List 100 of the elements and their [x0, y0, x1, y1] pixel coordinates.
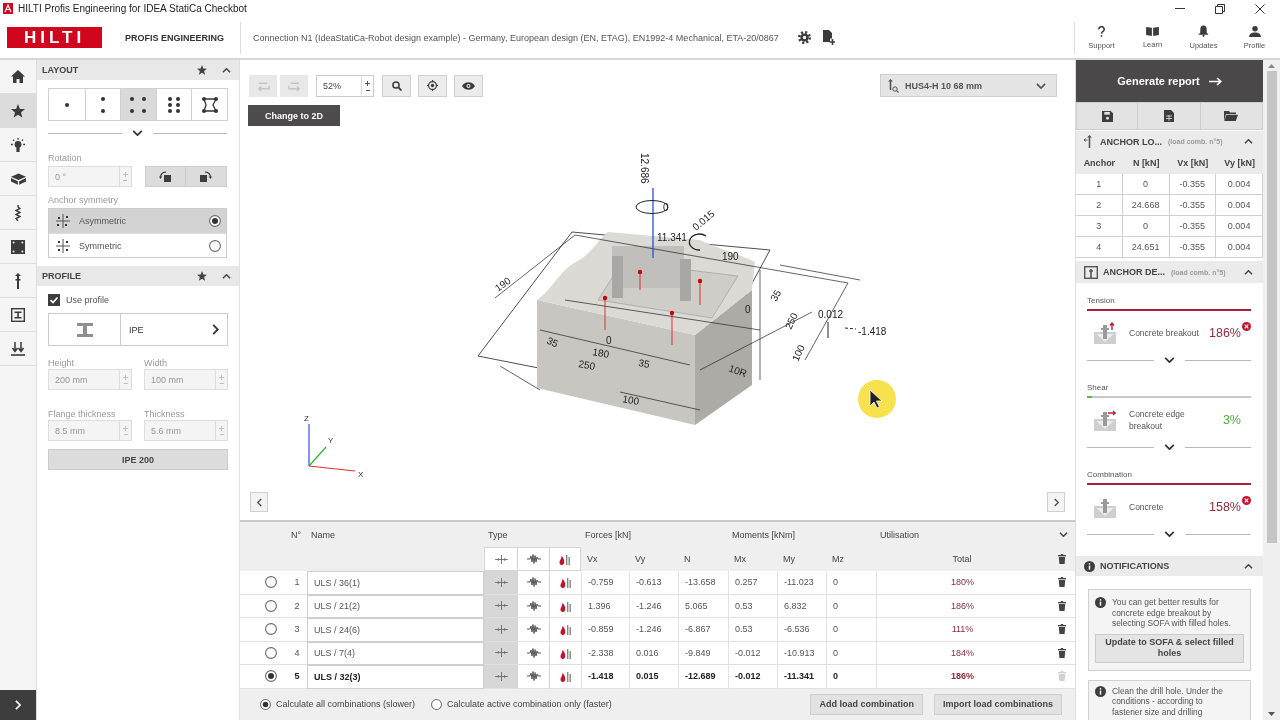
load-type-option[interactable]: [517, 618, 549, 642]
chevron-right-icon: [1053, 497, 1059, 507]
name-field[interactable]: ULS / 24(6): [307, 618, 484, 642]
caret-up-icon[interactable]: [1244, 269, 1253, 275]
i-beam-icon: [11, 307, 25, 322]
load-type-option[interactable]: [517, 571, 549, 595]
notification-action-button[interactable]: Update to SOFA & select filled holes: [1095, 633, 1244, 663]
settings-button[interactable]: [796, 30, 812, 45]
table-cell: 24.651: [1122, 237, 1170, 258]
table-cell: 0.257: [728, 571, 777, 595]
radio-button[interactable]: [209, 239, 221, 252]
table-cell: 0: [826, 665, 876, 689]
view-mode-button[interactable]: Change to 2D: [248, 105, 340, 126]
zoom-search-button[interactable]: [382, 74, 411, 97]
scrollbar-thumb[interactable]: [1266, 71, 1277, 543]
expand-button[interactable]: [0, 690, 36, 720]
column-header: Total: [951, 553, 973, 566]
load-type-option[interactable]: [549, 594, 581, 618]
load-type-option[interactable]: [517, 665, 549, 689]
flame-icon: [559, 576, 572, 589]
caret-up-icon[interactable]: [1244, 139, 1253, 144]
open-folder-button[interactable]: [1200, 102, 1263, 130]
zoom-field[interactable]: 52%: [316, 74, 374, 97]
load-combination-button[interactable]: Import load combinations: [934, 693, 1062, 715]
radio-button[interactable]: [431, 698, 443, 710]
center-view-button[interactable]: [418, 74, 447, 97]
table-cell: -0.759: [581, 571, 629, 595]
bolt-pull-icon: [1094, 322, 1116, 344]
rotate-right-button[interactable]: [186, 166, 227, 187]
visibility-button[interactable]: [454, 74, 483, 97]
radio-button[interactable]: [265, 576, 277, 589]
book-icon: [1146, 26, 1159, 36]
radio-button[interactable]: [260, 698, 271, 710]
rotate-left-button[interactable]: [144, 166, 187, 187]
delete-button[interactable]: [1048, 618, 1075, 642]
bolt-search-icon: [888, 78, 899, 93]
load-type-option[interactable]: [549, 665, 581, 689]
load-type-option[interactable]: [484, 665, 517, 689]
table-cell: -1.246: [629, 594, 678, 618]
eye-icon: [462, 81, 475, 90]
checkbox-label: Use profile: [66, 295, 110, 305]
load-type-option[interactable]: [549, 641, 581, 665]
radio-button[interactable]: [265, 599, 277, 612]
plus-icon: [219, 374, 224, 380]
delete-button[interactable]: [1048, 571, 1075, 595]
name-field[interactable]: ULS / 21(2): [307, 594, 484, 618]
name-field[interactable]: ULS / 36(1): [307, 571, 484, 595]
plus-icon: [123, 374, 128, 380]
load-type-option[interactable]: [484, 618, 517, 642]
delete-button[interactable]: [1048, 641, 1075, 665]
profile-size-button[interactable]: IPE 200: [48, 449, 228, 470]
save-button[interactable]: [1076, 102, 1139, 130]
caret-up-icon[interactable]: [222, 273, 231, 279]
dimension-label: 0: [745, 304, 751, 315]
dimension-label: 100: [621, 393, 640, 407]
table-cell: -0.012: [728, 641, 777, 665]
chevron-down-icon: [1163, 444, 1175, 450]
previous-view-button[interactable]: [250, 492, 268, 512]
radio-button[interactable]: [265, 646, 277, 659]
load-type-option[interactable]: [484, 594, 517, 618]
load-type-option[interactable]: [484, 641, 517, 665]
star-icon[interactable]: [197, 65, 207, 75]
dimension-label: 35: [768, 287, 784, 303]
load-type-option[interactable]: [549, 571, 581, 595]
radio-button[interactable]: [209, 215, 221, 227]
load-type-option[interactable]: [517, 594, 549, 618]
next-view-button[interactable]: [1047, 492, 1065, 512]
profile-selector[interactable]: IPE: [48, 313, 228, 346]
table-cell: 4: [287, 641, 307, 665]
table-cell: 186%: [876, 594, 1048, 618]
report-sheet-button[interactable]: [1138, 102, 1201, 130]
load-type-option[interactable]: [484, 571, 517, 595]
table-cell: -11.341: [777, 665, 826, 689]
symmetry-option[interactable]: Asymmetric: [49, 209, 226, 233]
chevron-down-icon: [132, 130, 143, 136]
bolt-concrete-icon: [1094, 496, 1116, 518]
table-cell: -12.689: [678, 665, 728, 689]
radio-button[interactable]: [265, 670, 277, 683]
name-field[interactable]: ULS / 32(3): [307, 665, 484, 689]
symmetry-option[interactable]: Symmetric: [49, 233, 226, 257]
table-cell: 2: [287, 594, 307, 618]
add-file-button[interactable]: [821, 29, 836, 46]
star-icon[interactable]: [197, 271, 207, 281]
load-type-option[interactable]: [517, 641, 549, 665]
name-field[interactable]: ULS / 7(4): [307, 641, 484, 665]
checkbox[interactable]: [48, 294, 60, 306]
generate-report-button[interactable]: Generate report: [1076, 60, 1263, 102]
caret-up-icon[interactable]: [1244, 563, 1253, 569]
delete-button[interactable]: [1048, 594, 1075, 618]
anchor-dropdown[interactable]: HUS4-H 10 68 mm: [880, 74, 1057, 97]
table-cell: 111%: [876, 618, 1048, 642]
sidebar-tab[interactable]: [0, 94, 36, 128]
radio-button[interactable]: [265, 623, 277, 636]
load-type-option[interactable]: [549, 618, 581, 642]
layout-option[interactable]: [120, 89, 156, 120]
caret-up-icon[interactable]: [222, 67, 231, 73]
table-cell: 184%: [876, 641, 1048, 665]
rotate-right-icon: [200, 171, 213, 182]
target-icon: [427, 80, 438, 91]
load-combination-button[interactable]: Add load combination: [810, 693, 923, 715]
